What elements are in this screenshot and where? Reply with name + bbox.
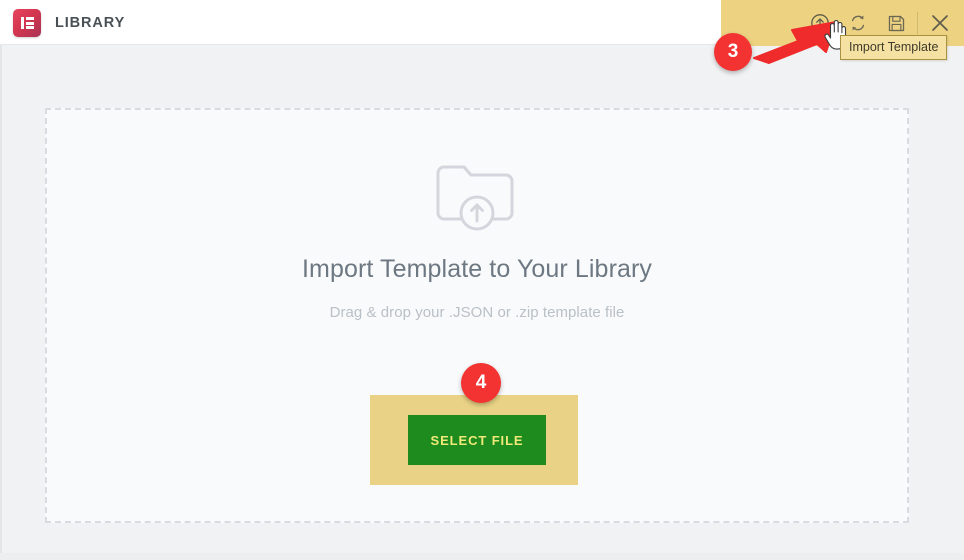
library-panel-window: LIBRARY 3 Import Template Import Templat… — [0, 0, 964, 560]
window-bottom-strip — [0, 553, 964, 560]
close-x-icon — [932, 15, 948, 31]
page-title: LIBRARY — [55, 15, 126, 31]
import-upload-circle-icon — [811, 14, 829, 32]
header-brand-group: LIBRARY — [13, 9, 125, 37]
dropzone-subtitle: Drag & drop your .JSON or .zip template … — [329, 304, 625, 321]
sync-refresh-icon — [851, 15, 865, 31]
elementor-logo-icon — [13, 9, 41, 37]
import-template-button[interactable] — [801, 0, 839, 46]
dropzone-title: Import Template to Your Library — [301, 255, 653, 283]
select-file-button[interactable]: SELECT FILE — [408, 415, 546, 465]
header-divider — [917, 12, 918, 34]
callout-badge-4: 4 — [461, 363, 501, 403]
folder-upload-icon — [436, 165, 514, 231]
window-left-edge — [0, 44, 2, 560]
callout-badge-3: 3 — [714, 33, 752, 71]
floppy-save-icon — [888, 15, 904, 31]
import-template-tooltip: Import Template — [840, 35, 948, 60]
panel-header: LIBRARY — [0, 0, 964, 46]
